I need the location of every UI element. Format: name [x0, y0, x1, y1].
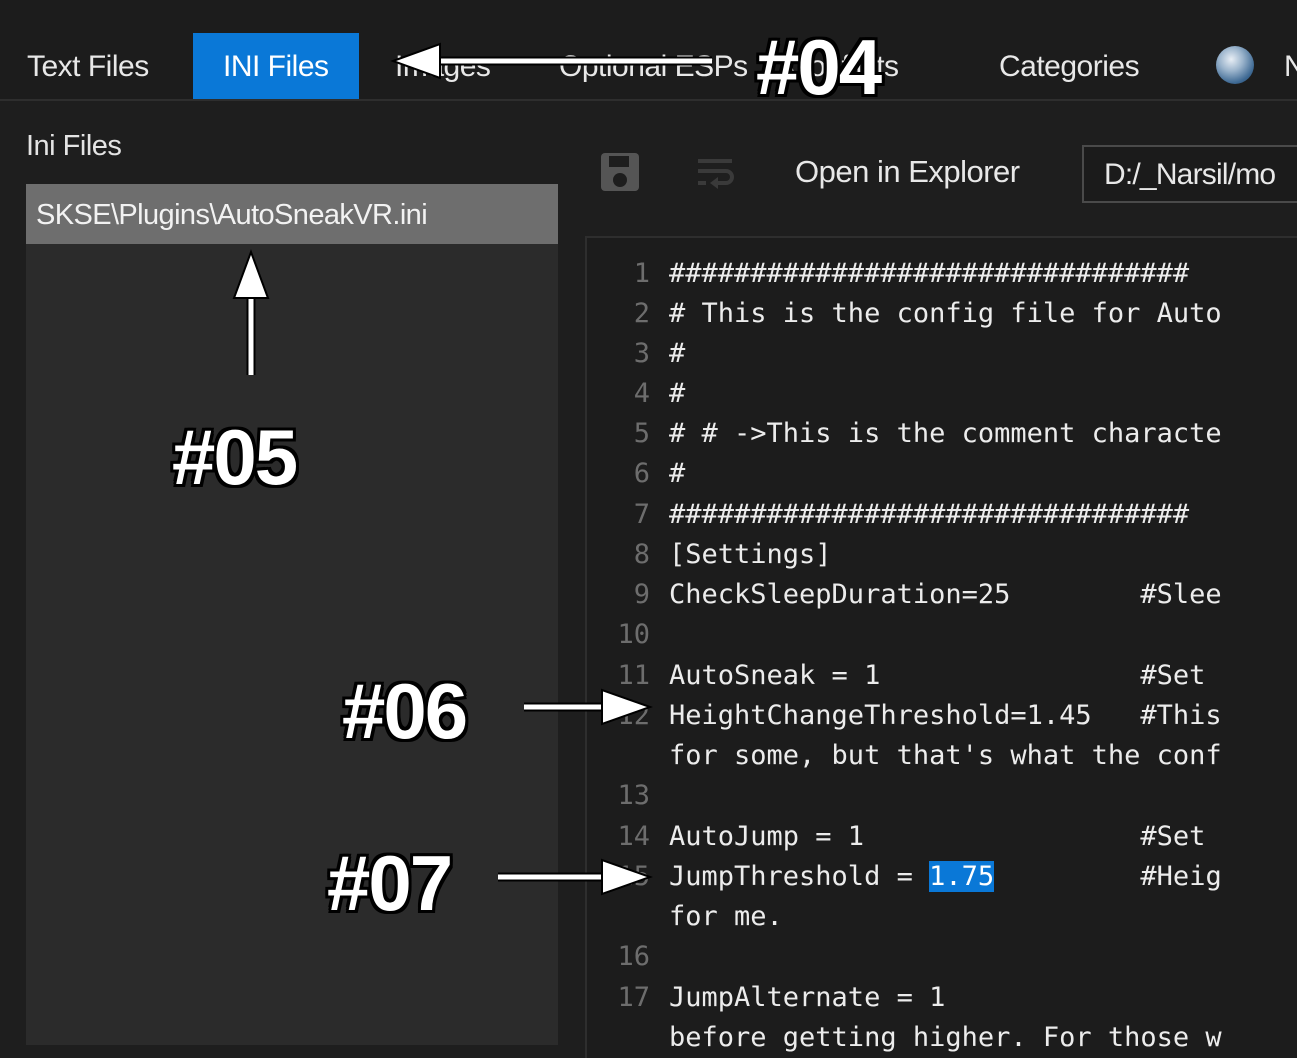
line-text: # # ->This is the comment characte — [669, 418, 1222, 449]
open-in-explorer-button[interactable]: Open in Explorer — [795, 154, 1020, 190]
file-list-item[interactable]: SKSE\Plugins\AutoSneakVR.ini — [26, 184, 558, 244]
globe-icon[interactable] — [1216, 46, 1254, 84]
line-text: HeightChangeThreshold=1.45 #This — [669, 700, 1222, 731]
line-number: 8 — [633, 539, 650, 570]
line-number: 15 — [617, 861, 650, 892]
line-text: [Settings] — [669, 539, 832, 570]
line-text-before: JumpThreshold = — [669, 861, 930, 892]
tab-nexus[interactable]: N — [1284, 33, 1297, 99]
line-text: before getting higher. For those w — [669, 1022, 1222, 1053]
annotation-label-07: #07 — [327, 839, 453, 927]
line-text: for me. — [669, 901, 783, 932]
line-number: 10 — [617, 619, 650, 650]
line-number: 4 — [633, 378, 650, 409]
line-number: 5 — [633, 418, 650, 449]
tab-text-files[interactable]: Text Files — [27, 33, 149, 99]
annotation-label-05: #05 — [172, 413, 298, 501]
line-text: # This is the config file for Auto — [669, 298, 1222, 329]
file-path-field[interactable]: D:/_Narsil/mo — [1082, 145, 1297, 203]
line-number: 16 — [617, 941, 650, 972]
tab-images[interactable]: Images — [395, 33, 491, 99]
line-number: 14 — [617, 821, 650, 852]
ini-files-panel-title: Ini Files — [26, 130, 122, 162]
line-text: JumpThreshold = 1.75 #Heig — [669, 857, 1222, 897]
line-text: CheckSleepDuration=25 #Slee — [669, 579, 1222, 610]
line-text: for some, but that's what the conf — [669, 740, 1222, 771]
line-number: 9 — [633, 579, 650, 610]
line-number: 1 — [633, 258, 650, 289]
line-number: 12 — [617, 700, 650, 731]
code-editor[interactable]: 1 ################################ 2 # Thi… — [585, 236, 1297, 1058]
annotation-label-06: #06 — [342, 667, 468, 755]
line-text: # — [669, 458, 686, 489]
tab-ini-files[interactable]: INI Files — [193, 33, 359, 99]
line-number: 17 — [617, 982, 650, 1013]
line-text: ################################ — [669, 258, 1190, 289]
word-wrap-icon[interactable] — [696, 154, 736, 190]
tab-categories[interactable]: Categories — [999, 33, 1140, 99]
selected-text: 1.75 — [929, 861, 995, 892]
line-number: 3 — [633, 338, 650, 369]
line-number: 11 — [617, 660, 650, 691]
line-text: ################################ — [669, 499, 1190, 530]
line-text-after: #Heig — [994, 861, 1222, 892]
save-icon[interactable] — [601, 153, 639, 191]
ini-file-list[interactable]: SKSE\Plugins\AutoSneakVR.ini — [26, 184, 558, 1045]
line-number: 6 — [633, 458, 650, 489]
annotation-label-04: #04 — [756, 23, 882, 111]
line-text: JumpAlternate = 1 — [669, 982, 946, 1013]
tab-optional-esps[interactable]: Optional ESPs — [559, 33, 748, 99]
line-text: # — [669, 378, 686, 409]
line-number: 13 — [617, 780, 650, 811]
line-number: 2 — [633, 298, 650, 329]
line-number: 7 — [633, 499, 650, 530]
line-text: AutoSneak = 1 #Set — [669, 660, 1222, 691]
tab-bar: Text Files INI Files Images Optional ESP… — [0, 0, 1297, 101]
line-text: # — [669, 338, 686, 369]
line-text: AutoJump = 1 #Set — [669, 821, 1222, 852]
